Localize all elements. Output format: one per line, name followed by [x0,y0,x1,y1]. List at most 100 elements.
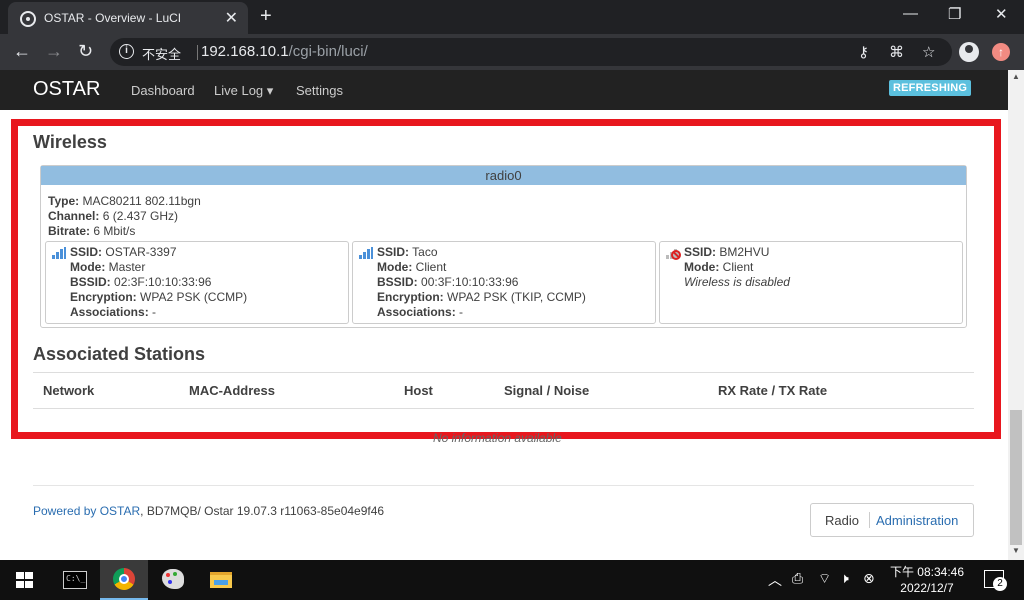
scroll-up-icon[interactable]: ▲ [1012,72,1020,81]
column-header: RX Rate / TX Rate [718,383,828,398]
radio-card: radio0 Type: MAC80211 802.11bgn Channel:… [40,165,967,328]
page-scrollbar[interactable]: ▲ ▼ [1008,70,1024,560]
stations-table-header: Network MAC-Address Host Signal / Noise … [33,372,974,409]
forward-arrow-icon[interactable]: → [45,41,63,62]
stations-heading: Associated Stations [33,344,206,364]
url-text[interactable]: 192.168.10.1/cgi-bin/luci/ [201,43,368,60]
disabled-status: Wireless is disabled [684,275,790,289]
scroll-down-icon[interactable]: ▼ [1012,546,1020,555]
signal-disabled-icon [666,247,681,260]
window-close-icon[interactable]: ✕ [995,5,1008,23]
browser-toolbar: ← → ↻ i 不安全 192.168.10.1/cgi-bin/luci/ ⚷… [0,34,1024,70]
powered-by-link[interactable]: Powered by OSTAR [33,504,140,518]
notification-count: 2 [993,577,1007,591]
nav-live-log[interactable]: Live Log ▾ [214,83,273,99]
ssid-label: SSID: [377,245,410,259]
encryption-label: Encryption: [377,290,444,304]
chevron-up-icon[interactable]: ︿ [768,570,782,590]
clock-date: 2022/12/7 [900,581,954,595]
system-clock[interactable]: 下午 08:34:46 2022/12/7 [882,564,972,596]
mode-label: Mode: [70,260,106,274]
ssid-label: SSID: [70,245,103,259]
associations-value: - [459,305,464,319]
device-icon[interactable]: ⎙ [792,570,803,587]
wireless-heading: Wireless [33,132,107,152]
terminal-app-icon[interactable]: C:\_ [50,560,100,600]
associations-label: Associations: [70,305,149,319]
restore-icon[interactable]: ❐ [948,5,961,23]
key-icon[interactable]: ⚷ [858,43,869,61]
mode-label: Mode: [377,260,413,274]
browser-tab[interactable]: OSTAR - Overview - LuCI ✕ [8,2,248,34]
signal-icon [359,247,373,259]
bssid-label: BSSID: [377,275,418,289]
ssid-value: BM2HVU [719,245,770,259]
profile-avatar-icon[interactable] [959,42,979,62]
translate-icon[interactable]: ⌘ [889,43,904,61]
no-connection-icon[interactable]: ⊗ [863,570,875,587]
bssid-label: BSSID: [70,275,111,289]
encryption-value: WPA2 PSK (CCMP) [140,290,248,304]
file-explorer-icon[interactable] [198,560,246,600]
radio-button[interactable]: Radio [825,513,859,528]
mode-value: Master [108,260,146,274]
ssid-value: OSTAR-3397 [105,245,177,259]
windows-start-icon[interactable] [16,572,33,588]
radio-type: Type: MAC80211 802.11bgn [48,194,201,208]
no-info-text: No information available [433,431,562,445]
address-separator [197,45,198,60]
column-header: Host [404,383,433,398]
footer-text: Powered by OSTAR, BD7MQB/ Ostar 19.07.3 … [33,504,384,518]
info-icon[interactable]: i [119,44,134,59]
bssid-value: 02:3F:10:10:33:96 [114,275,212,289]
update-icon[interactable]: ↑ [992,43,1010,61]
minimize-icon[interactable]: — [903,5,918,22]
network-box: SSID: Taco Mode: Client BSSID: 00:3F:10:… [352,241,656,324]
brand-logo[interactable]: OSTAR [33,78,100,101]
mode-label: Mode: [684,260,720,274]
footer-button-group: Radio Administration [810,503,974,537]
button-divider [869,512,870,528]
chrome-app-icon[interactable] [100,560,148,600]
signal-icon [52,247,66,259]
browser-tab-strip: OSTAR - Overview - LuCI ✕ + — ❐ ✕ [0,0,1024,34]
column-header: Signal / Noise [504,383,590,398]
top-navbar: OSTAR Dashboard Live Log ▾ Settings REFR… [0,70,1008,110]
ssid-value: Taco [412,245,438,259]
wifi-icon[interactable]: ⌔ [818,570,831,588]
scroll-thumb[interactable] [1010,410,1022,545]
reload-icon[interactable]: ↻ [78,41,93,62]
associations-label: Associations: [377,305,456,319]
mode-value: Client [722,260,754,274]
volume-muted-icon[interactable]: 🕨 [840,570,849,587]
bssid-value: 00:3F:10:10:33:96 [421,275,519,289]
column-header: MAC-Address [189,383,275,398]
nav-settings[interactable]: Settings [296,83,343,98]
column-header: Network [43,383,95,398]
network-box: SSID: OSTAR-3397 Mode: Master BSSID: 02:… [45,241,349,324]
associations-value: - [152,305,157,319]
ssid-label: SSID: [684,245,717,259]
radio-bitrate: Bitrate: 6 Mbit/s [48,224,136,238]
mode-value: Client [415,260,447,274]
bookmark-star-icon[interactable]: ☆ [922,43,935,61]
new-tab-button[interactable]: + [260,5,272,28]
network-box: SSID: BM2HVU Mode: Client Wireless is di… [659,241,963,324]
tab-title: OSTAR - Overview - LuCI [44,11,182,25]
back-arrow-icon[interactable]: ← [13,41,31,62]
windows-taskbar: C:\_ ︿ ⎙ ⌔ 🕨 ⊗ 下午 08:34:46 2022/12/7 2 [0,560,1024,600]
page-viewport: OSTAR Dashboard Live Log ▾ Settings REFR… [0,70,1008,560]
address-bar[interactable]: i 不安全 192.168.10.1/cgi-bin/luci/ ⚷ ⌘ ☆ [110,38,952,66]
url-host: 192.168.10.1 [201,43,289,60]
administration-button[interactable]: Administration [876,513,958,528]
footer-divider [33,485,974,486]
insecure-label: 不安全 [142,47,182,62]
nav-dashboard[interactable]: Dashboard [131,83,195,98]
radio-favicon-icon [20,11,36,27]
version-text: , BD7MQB/ Ostar 19.07.3 r11063-85e04e9f4… [140,504,385,518]
notification-icon[interactable]: 2 [984,570,1007,591]
url-path: /cgi-bin/luci/ [288,43,368,60]
paint-app-icon[interactable] [148,560,198,600]
tab-close-icon[interactable]: ✕ [225,8,238,28]
refreshing-badge[interactable]: REFRESHING [889,80,972,96]
